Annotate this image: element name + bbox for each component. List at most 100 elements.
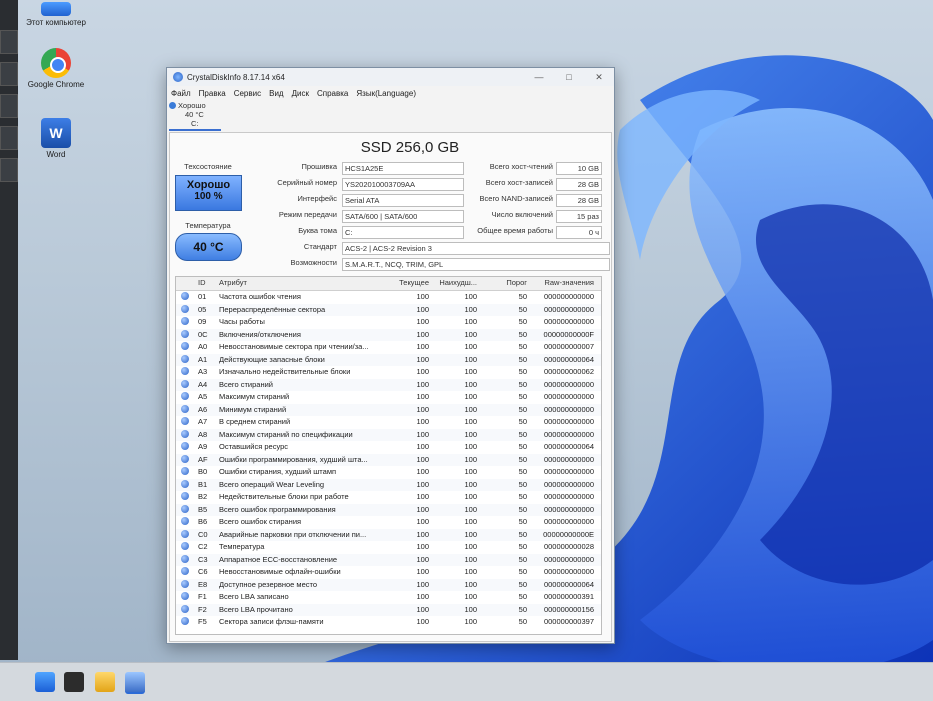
smart-cell-raw: 000000000397 [543, 617, 594, 626]
side-tile [0, 94, 18, 118]
smart-cell-raw: 000000000000 [543, 429, 594, 439]
menu-disk[interactable]: Диск [292, 89, 309, 98]
table-row[interactable]: A9 Оставшийся ресурс 100 100 50 000000000064 [176, 441, 601, 454]
smart-cell-id: F2 [198, 604, 207, 614]
table-row[interactable]: F1 Всего LBA записано 100 100 50 000000000391 [176, 591, 601, 604]
task-view-icon[interactable] [64, 672, 84, 692]
smart-cell-threshold: 50 [518, 617, 527, 626]
table-row[interactable]: 0C Включения/отключения 100 100 50 0000000000… [176, 328, 601, 341]
smart-cell-threshold: 50 [518, 467, 527, 476]
column-header-raw[interactable]: Raw-значения [530, 277, 594, 290]
desktop-icon-word[interactable]: W Word [26, 118, 86, 159]
table-row[interactable]: A6 Минимум стираний 100 100 50 000000000000 [176, 403, 601, 417]
table-row[interactable]: AF Ошибки программирования, худший шта...… [176, 453, 601, 466]
info-label: Интерфейс [297, 194, 337, 203]
smart-cell-raw: 000000000000 [543, 554, 594, 564]
table-row[interactable]: C0 Аварийные парковки при отключении пи..… [176, 528, 601, 541]
column-header-attribute[interactable]: Атрибут [219, 277, 382, 290]
smart-cell-current: 100 [416, 479, 429, 489]
disk-tab[interactable]: Хорошо 40 °C C: [169, 101, 221, 131]
smart-cell-raw: 000000000007 [543, 342, 594, 351]
smart-cell-raw: 000000000000 [543, 492, 594, 501]
table-row[interactable]: A8 Максимум стираний по спецификации 100 10… [176, 428, 601, 441]
smart-cell-current: 100 [416, 592, 429, 601]
table-row[interactable]: 01 Частота ошибок чтения 100 100 50 000000000… [176, 291, 601, 304]
table-row[interactable]: 05 Перераспределённые сектора 100 100 50 0000… [176, 303, 601, 316]
smart-cell-current: 100 [416, 417, 429, 426]
column-header-worst[interactable]: Наихудш... [432, 277, 477, 290]
menu-bar: Файл Правка Сервис Вид Диск Справка Язык… [167, 86, 614, 100]
table-row[interactable]: E8 Доступное резервное место 100 100 50 00000… [176, 578, 601, 591]
smart-cell-worst: 100 [464, 579, 477, 589]
desktop-icon-label: Word [46, 150, 66, 159]
smart-cell-current: 100 [416, 517, 429, 526]
smart-cell-raw: 000000000000 [543, 467, 594, 476]
maximize-button[interactable]: □ [554, 72, 584, 82]
table-row[interactable]: A5 Максимум стираний 100 100 50 000000000000 [176, 391, 601, 404]
smart-cell-attribute: В среднем стираний [219, 417, 291, 426]
menu-view[interactable]: Вид [269, 89, 283, 98]
table-row[interactable]: A4 Всего стираний 100 100 50 000000000000 [176, 378, 601, 391]
column-header-current[interactable]: Текущее [384, 277, 429, 290]
smart-cell-id: B2 [198, 492, 208, 501]
smart-cell-threshold: 50 [518, 304, 527, 314]
table-row[interactable]: B5 Всего ошибок программирования 100 100 50 0… [176, 503, 601, 516]
table-row[interactable]: A1 Действующие запасные блоки 100 100 50 0000… [176, 353, 601, 366]
table-row[interactable]: C2 Температура 100 100 50 000000000028 [176, 541, 601, 554]
smart-cell-id: 01 [198, 292, 207, 301]
column-header-id[interactable]: ID [198, 277, 214, 290]
title-bar[interactable]: CrystalDiskInfo 8.17.14 x64 — □ ✕ [167, 68, 614, 86]
status-dot-icon [181, 291, 191, 304]
smart-cell-raw: 000000000064 [543, 579, 594, 589]
smart-cell-current: 100 [416, 542, 429, 551]
desktop-icon-this-pc[interactable]: Этот компьютер [26, 2, 86, 27]
smart-cell-worst: 100 [464, 592, 477, 601]
table-row[interactable]: B1 Всего операций Wear Leveling 100 100 50 00… [176, 478, 601, 492]
table-row[interactable]: A3 Изначально недействительные блоки 100 10… [176, 366, 601, 379]
smart-table[interactable]: ID Атрибут Текущее Наихудш... Порог Raw-… [175, 276, 602, 635]
smart-cell-attribute: Температура [219, 542, 265, 551]
table-row[interactable]: A7 В среднем стираний 100 100 50 000000000000 [176, 416, 601, 429]
table-row[interactable]: F2 Всего LBA прочитано 100 100 50 00000000015… [176, 603, 601, 616]
smart-cell-id: AF [198, 454, 208, 464]
smart-cell-threshold: 50 [518, 417, 527, 426]
table-row[interactable]: B0 Ошибки стирания, худший штамп 100 100 50 0… [176, 466, 601, 479]
table-row[interactable]: C6 Невосстановимые офлайн-ошибки 100 100 50 0… [176, 566, 601, 579]
smart-cell-id: C2 [198, 542, 208, 551]
smart-cell-worst: 100 [464, 392, 477, 401]
health-status-badge[interactable]: Хорошо 100 % [175, 175, 242, 211]
menu-language[interactable]: Язык(Language) [356, 89, 416, 98]
smart-cell-threshold: 50 [518, 329, 527, 339]
desktop-icon-chrome[interactable]: Google Chrome [26, 48, 86, 89]
table-row[interactable]: 09 Часы работы 100 100 50 000000000000 [176, 316, 601, 329]
file-explorer-icon[interactable] [95, 672, 115, 692]
smart-cell-raw: 000000000000 [543, 404, 594, 414]
status-dot-icon [181, 591, 191, 604]
table-row[interactable]: B6 Всего ошибок стирания 100 100 50 000000000… [176, 516, 601, 529]
table-row[interactable]: F5 Сектора записи флэш-памяти 100 100 50 0000… [176, 616, 601, 629]
table-row[interactable]: A0 Невосстановимые сектора при чтении/за.… [176, 341, 601, 354]
disk-model: SSD 256,0 GB [360, 139, 460, 156]
close-button[interactable]: ✕ [584, 72, 614, 83]
smart-cell-threshold: 50 [518, 592, 527, 601]
table-row[interactable]: C3 Аппаратное ECC-восстановление 100 100 50 0… [176, 553, 601, 566]
smart-cell-threshold: 50 [518, 504, 527, 514]
smart-cell-worst: 100 [464, 604, 477, 614]
minimize-button[interactable]: — [524, 72, 554, 82]
start-button-icon[interactable] [35, 672, 55, 692]
table-row[interactable]: B2 Недействительные блоки при работе 100 10… [176, 491, 601, 504]
smart-cell-attribute: Всего LBA прочитано [219, 604, 293, 614]
menu-edit[interactable]: Правка [199, 89, 226, 98]
column-header-threshold[interactable]: Порог [482, 277, 527, 290]
status-dot-icon [181, 404, 191, 417]
menu-service[interactable]: Сервис [234, 89, 261, 98]
temperature-badge[interactable]: 40 °C [175, 233, 242, 261]
crystaldiskinfo-taskbar-icon[interactable] [125, 672, 145, 694]
smart-cell-current: 100 [416, 454, 429, 464]
smart-cell-worst: 100 [464, 292, 477, 301]
smart-cell-threshold: 50 [518, 292, 527, 301]
menu-help[interactable]: Справка [317, 89, 348, 98]
menu-file[interactable]: Файл [171, 89, 191, 98]
smart-cell-current: 100 [416, 304, 429, 314]
status-dot-icon [181, 479, 191, 492]
